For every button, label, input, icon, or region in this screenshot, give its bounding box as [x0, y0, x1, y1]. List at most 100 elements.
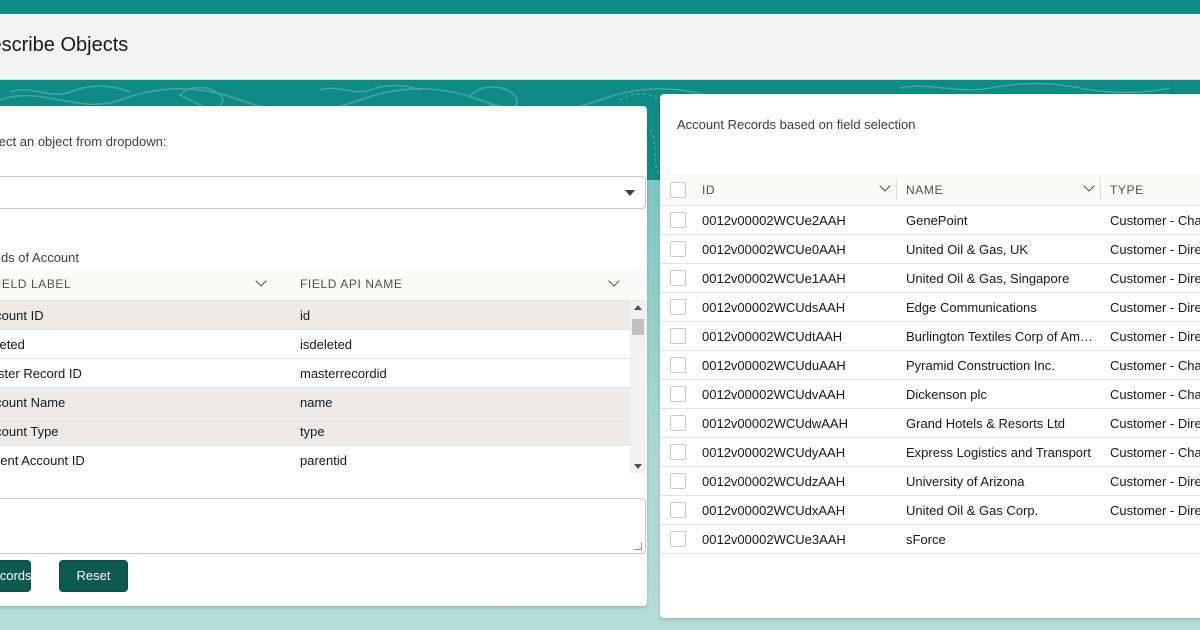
cell-id: 0012v00002WCUdzAAH [702, 474, 846, 489]
chevron-down-icon[interactable] [608, 275, 620, 287]
cell-name: University of Arizona [906, 474, 1025, 489]
cell-name: Pyramid Construction Inc. [906, 358, 1055, 373]
row-checkbox[interactable] [670, 241, 686, 257]
cell-id: 0012v00002WCUdvAAH [702, 387, 846, 402]
field-label: Parent Account ID [0, 453, 85, 468]
column-divider[interactable] [896, 179, 897, 200]
resize-handle-icon[interactable] [634, 542, 642, 550]
reset-button[interactable]: Reset [59, 560, 128, 592]
chevron-down-icon[interactable] [255, 275, 267, 287]
cell-type: Customer - Channel [1110, 213, 1200, 228]
table-row[interactable]: 0012v00002WCUdtAAH Burlington Textiles C… [660, 322, 1200, 351]
field-api-name: isdeleted [300, 337, 353, 352]
table-row[interactable]: 0012v00002WCUduAAH Pyramid Construction … [660, 351, 1200, 380]
scroll-up-arrow-icon[interactable] [634, 305, 642, 310]
cell-type: Customer - Channel [1110, 387, 1200, 402]
table-row[interactable]: 0012v00002WCUe1AAH United Oil & Gas, Sin… [660, 264, 1200, 293]
row-checkbox[interactable] [670, 299, 686, 315]
cell-name: United Oil & Gas, UK [906, 242, 1029, 257]
cell-name: United Oil & Gas, Singapore [906, 271, 1070, 286]
cell-name: Burlington Textiles Corp of America [906, 329, 1096, 344]
fetch-records-button[interactable]: Fetch Records [0, 560, 32, 592]
column-header-id[interactable]: ID [702, 183, 715, 197]
cell-id: 0012v00002WCUdxAAH [702, 503, 846, 518]
column-header-field-label[interactable]: Field Label [0, 277, 71, 291]
row-checkbox[interactable] [670, 415, 686, 431]
page-header: Describe Objects [0, 14, 1200, 80]
query-textarea[interactable] [0, 498, 646, 554]
field-label: Master Record ID [0, 366, 82, 381]
object-select-label: Select an object from dropdown: [0, 134, 167, 149]
fields-scrollbar[interactable] [630, 301, 646, 473]
field-label: Account ID [0, 308, 44, 323]
fields-title: Fields of Account [0, 250, 79, 265]
table-row[interactable]: 0012v00002WCUe0AAH United Oil & Gas, UK … [660, 235, 1200, 264]
column-header-name[interactable]: NAME [906, 183, 943, 197]
column-header-field-api-name[interactable]: Field API Name [300, 277, 402, 291]
chevron-down-icon[interactable] [1083, 180, 1095, 192]
field-api-name: type [300, 424, 325, 439]
field-api-name: name [300, 395, 333, 410]
cell-name: United Oil & Gas Corp. [906, 503, 1039, 518]
cell-id: 0012v00002WCUduAAH [702, 358, 846, 373]
records-table-header: ID NAME TYPE [660, 173, 1200, 206]
table-row[interactable]: 0012v00002WCUdyAAH Express Logistics and… [660, 438, 1200, 467]
table-row[interactable]: 0012v00002WCUe3AAH sForce [660, 525, 1200, 554]
chevron-down-icon[interactable] [879, 180, 891, 192]
field-row[interactable]: Master Record ID masterrecordid [0, 359, 630, 388]
table-row[interactable]: 0012v00002WCUdxAAH United Oil & Gas Corp… [660, 496, 1200, 525]
table-row[interactable]: 0012v00002WCUdsAAH Edge Communications C… [660, 293, 1200, 322]
column-header-type[interactable]: TYPE [1110, 183, 1144, 197]
fields-table-header: Field Label Field API Name [0, 267, 646, 301]
select-all-checkbox[interactable] [670, 182, 686, 198]
field-row[interactable]: Account ID id [0, 301, 630, 330]
row-checkbox[interactable] [670, 357, 686, 373]
cell-type: Customer - Channel [1110, 445, 1200, 460]
field-row[interactable]: Account Type type [0, 417, 630, 446]
records-card: Account Records based on field selection… [660, 94, 1200, 618]
field-row[interactable]: Account Name name [0, 388, 630, 417]
cell-id: 0012v00002WCUe2AAH [702, 213, 846, 228]
table-row[interactable]: 0012v00002WCUdvAAH Dickenson plc Custome… [660, 380, 1200, 409]
cell-id: 0012v00002WCUdwAAH [702, 416, 848, 431]
cell-name: Grand Hotels & Resorts Ltd [906, 416, 1065, 431]
cell-id: 0012v00002WCUdyAAH [702, 445, 846, 460]
cell-type: Customer - Direct [1110, 474, 1200, 489]
cell-type: Customer - Direct [1110, 416, 1200, 431]
field-api-name: masterrecordid [300, 366, 387, 381]
scrollbar-thumb[interactable] [632, 319, 644, 335]
row-checkbox[interactable] [670, 531, 686, 547]
cell-name: GenePoint [906, 213, 968, 228]
row-checkbox[interactable] [670, 386, 686, 402]
object-combobox[interactable] [0, 176, 646, 209]
row-checkbox[interactable] [670, 473, 686, 489]
cell-type: Customer - Channel [1110, 358, 1200, 373]
object-selector-card: Select an object from dropdown: Fields o… [0, 106, 647, 606]
cell-id: 0012v00002WCUe1AAH [702, 271, 846, 286]
row-checkbox[interactable] [670, 270, 686, 286]
column-divider[interactable] [1100, 179, 1101, 200]
field-row[interactable]: Deleted isdeleted [0, 330, 630, 359]
field-row[interactable]: Parent Account ID parentid [0, 446, 630, 473]
caret-down-icon [625, 190, 635, 196]
cell-id: 0012v00002WCUe3AAH [702, 532, 846, 547]
page-title: Describe Objects [0, 34, 129, 56]
fields-table: Field Label Field API Name Account ID id… [0, 267, 646, 473]
table-row[interactable]: 0012v00002WCUe2AAH GenePoint Customer - … [660, 206, 1200, 235]
table-row[interactable]: 0012v00002WCUdwAAH Grand Hotels & Resort… [660, 409, 1200, 438]
row-checkbox[interactable] [670, 212, 686, 228]
row-checkbox[interactable] [670, 502, 686, 518]
cell-name: Dickenson plc [906, 387, 987, 402]
field-label: Account Name [0, 395, 66, 410]
cell-type: Customer - Direct [1110, 242, 1200, 257]
field-api-name: id [300, 308, 311, 323]
cell-id: 0012v00002WCUdsAAH [702, 300, 846, 315]
cell-name: sForce [906, 532, 946, 547]
table-row[interactable]: 0012v00002WCUdzAAH University of Arizona… [660, 467, 1200, 496]
scroll-down-arrow-icon[interactable] [634, 464, 642, 469]
row-checkbox[interactable] [670, 444, 686, 460]
cell-type: Customer - Direct [1110, 329, 1200, 344]
row-checkbox[interactable] [670, 328, 686, 344]
field-api-name: parentid [300, 453, 347, 468]
cell-name: Express Logistics and Transport [906, 445, 1091, 460]
